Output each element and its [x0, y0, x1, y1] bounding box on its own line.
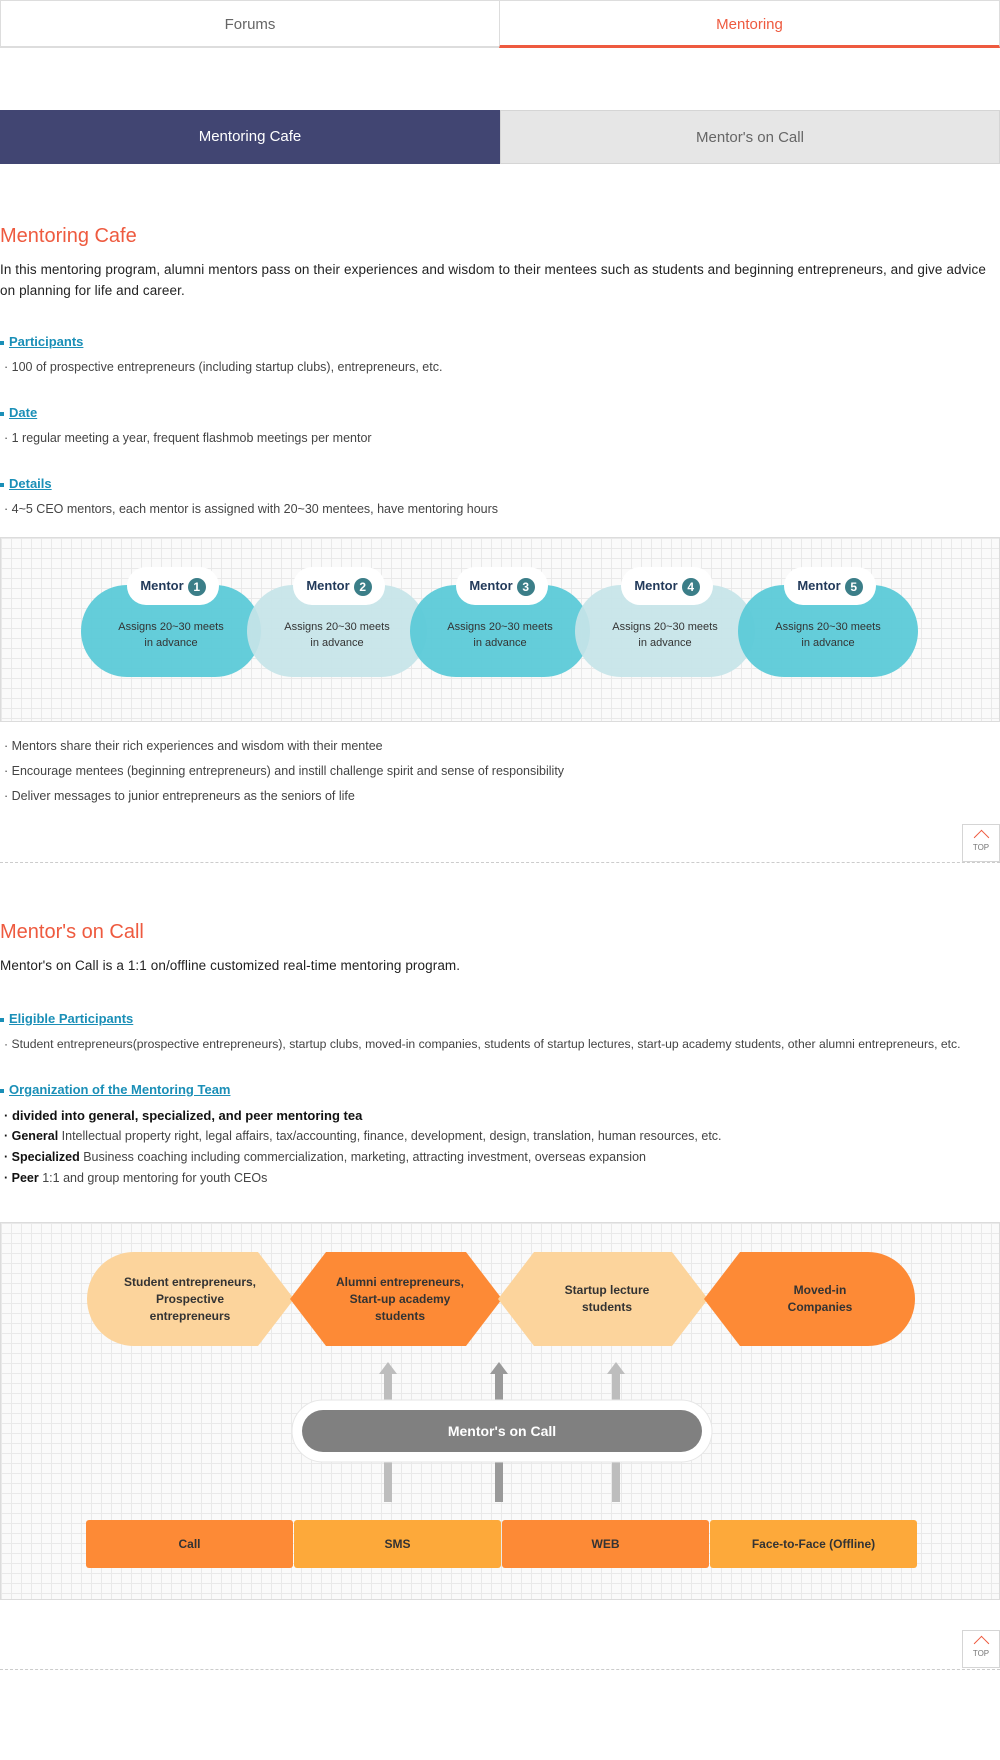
cafe-bullet-1: · Mentors share their rich experiences a… [4, 739, 383, 753]
call-title: Mentor's on Call [0, 921, 144, 943]
eligible-label: Eligible Participants [0, 1011, 133, 1026]
channel-call: Call [178, 1537, 201, 1551]
channel-sms: SMS [384, 1537, 411, 1551]
tab-mentoring[interactable]: Mentoring [499, 0, 1000, 48]
details-text: · 4~5 CEO mentors, each mentor is assign… [4, 502, 499, 516]
tab-forums[interactable]: Forums [0, 0, 500, 48]
section-divider-2 [0, 1669, 1000, 1670]
org-line-1: · divided into general, specialized, and… [4, 1108, 363, 1123]
arrow-shaft-6 [612, 1460, 620, 1502]
mentor-4-text: Assigns 20~30 meets in advance [612, 621, 718, 649]
mentor-5-label: Mentor 5 [784, 567, 876, 605]
arrow-head-1 [379, 1362, 397, 1374]
top-button-1[interactable]: TOP [962, 824, 1000, 862]
participants-text: · 100 of prospective entrepreneurs (incl… [4, 360, 443, 374]
subtab-mentors-on-call[interactable]: Mentor's on Call [500, 110, 1000, 164]
center-pill-label: Mentor's on Call [447, 1423, 557, 1439]
arrow-shaft-4 [384, 1460, 392, 1502]
org-line-4: · Peer 1:1 and group mentoring for youth… [4, 1171, 268, 1185]
org-label: Organization of the Mentoring Team [0, 1082, 230, 1097]
arrow-shaft-1 [384, 1374, 392, 1402]
mentor-3-label: Mentor 3 [456, 567, 548, 605]
mentor-2-text: Assigns 20~30 meets in advance [284, 621, 390, 649]
channel-web: WEB [591, 1537, 620, 1551]
arrow-shaft-3 [612, 1374, 620, 1402]
mentor-3-text: Assigns 20~30 meets in advance [447, 621, 553, 649]
channel-face-to-face: Face-to-Face (Offline) [751, 1537, 876, 1551]
group-2-text: Alumni entrepreneurs, Start-up academy stu… [335, 1275, 465, 1323]
call-intro: Mentor's on Call is a 1:1 on/offline cus… [0, 958, 461, 973]
arrow-head-2 [490, 1362, 508, 1374]
org-line-3: · Specialized Business coaching includin… [4, 1150, 646, 1164]
subtab-mentoring-cafe[interactable]: Mentoring Cafe [0, 110, 500, 164]
section-divider-1 [0, 862, 1000, 863]
top-button-2[interactable]: TOP [962, 1630, 1000, 1668]
participants-label: Participants [0, 334, 83, 349]
group-4-text: Moved-in Companies [787, 1283, 853, 1314]
arrow-head-3 [607, 1362, 625, 1374]
cafe-title: Mentoring Cafe [0, 225, 137, 247]
date-label: Date [0, 405, 37, 420]
main-tabs: Forums Mentoring [0, 0, 1000, 50]
cafe-bullet-2: · Encourage mentees (beginning entrepren… [4, 764, 565, 778]
mentor-5-text: Assigns 20~30 meets in advance [775, 621, 881, 649]
org-line-2: · General Intellectual property right, l… [4, 1129, 722, 1143]
group-1-text: Student entrepreneurs, Prospective entrepr… [123, 1275, 257, 1323]
mentor-2-label: Mentor 2 [293, 567, 385, 605]
arrow-shaft-2 [495, 1374, 503, 1402]
cafe-intro: In this mentoring program, alumni mentor… [0, 262, 986, 298]
arrow-shaft-5 [495, 1460, 503, 1502]
group-3-text: Startup lecture students [564, 1283, 650, 1314]
cafe-bullet-3: · Deliver messages to junior entrepreneu… [4, 789, 355, 803]
date-text: · 1 regular meeting a year, frequent fla… [4, 431, 372, 445]
mentor-1-text: Assigns 20~30 meets in advance [118, 621, 224, 649]
mentor-4-label: Mentor 4 [621, 567, 713, 605]
eligible-text: · Student entrepreneurs(prospective entr… [4, 1037, 961, 1051]
mentor-1-label: Mentor 1 [127, 567, 219, 605]
details-label: Details [0, 476, 52, 491]
